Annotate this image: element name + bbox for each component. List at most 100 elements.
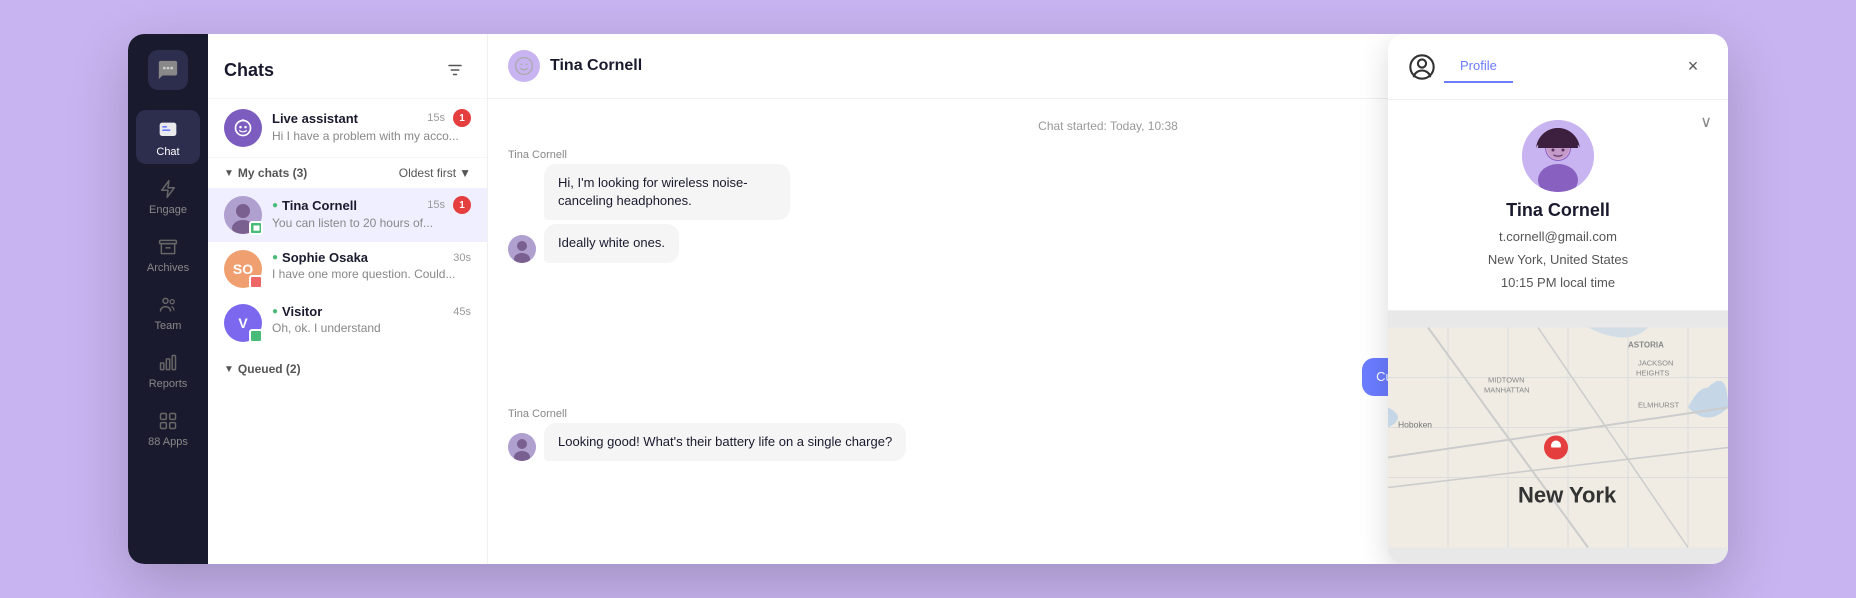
visitor-time: 45s [453,306,471,318]
svg-text:MANHATTAN: MANHATTAN [1484,386,1530,395]
live-assistant-item[interactable]: Live assistant 15s 1 Hi I have a problem… [208,99,487,158]
tina-time: 15s [427,199,445,211]
user-location: New York, United States [1488,252,1628,267]
svg-text:JACKSON: JACKSON [1638,359,1673,368]
bot-icon [233,118,253,138]
my-chats-label: ▼ My chats (3) [224,166,307,180]
sidebar-item-archives[interactable]: Archives [136,226,200,280]
tina-preview: You can listen to 20 hours of... [272,216,471,230]
user-panel-tabs: Profile [1444,50,1513,83]
sort-chevron-icon: ▼ [459,166,471,180]
sophie-name: Sophie Osaka [282,250,368,265]
chevron-down-icon: ▼ [224,168,234,179]
sophie-chat-info: ● Sophie Osaka 30s I have one more quest… [272,250,471,281]
apps-icon [157,410,179,432]
tab-profile[interactable]: Profile [1444,50,1513,83]
live-assistant-preview: Hi I have a problem with my acco... [272,129,471,143]
filter-icon [446,61,464,79]
user-avatar-svg [1522,120,1594,192]
tina-small-avatar-svg [508,235,536,263]
message-6: Looking good! What's their battery life … [544,423,906,461]
sort-label: Oldest first [399,166,456,180]
sidebar-title: Chats [224,60,274,81]
apps-nav-label: 88 Apps [148,436,188,448]
tina-badge: 1 [453,196,471,214]
visitor-chat-info: ● Visitor 45s Oh, ok. I understand [272,304,471,335]
message-2: Ideally white ones. [544,224,679,262]
tina-chat-info: ● Tina Cornell 15s 1 You can listen to 2… [272,196,471,230]
nav-logo [148,50,188,90]
map-svg: ASTORIA JACKSON HEIGHTS MIDTOWN MANHATTA… [1388,311,1728,564]
sidebar-item-chat[interactable]: Chat [136,110,200,164]
queued-section-header: ▼ Queued (2) [208,354,487,384]
left-nav: Chat Engage Archives [128,34,208,564]
sort-button[interactable]: Oldest first ▼ [399,166,471,180]
svg-text:ASTORIA: ASTORIA [1628,341,1664,350]
tina-small-avatar-svg-2 [508,433,536,461]
svg-text:ELMHURST: ELMHURST [1638,401,1680,410]
sidebar-header: Chats [208,34,487,99]
chat-nav-label: Chat [156,146,179,158]
queued-label: ▼ Queued (2) [224,362,301,376]
sidebar-item-team[interactable]: Team [136,284,200,338]
live-assistant-info: Live assistant 15s 1 Hi I have a problem… [272,109,471,143]
user-email: t.cornell@gmail.com [1499,229,1617,244]
svg-text:New York: New York [1518,483,1617,508]
sophie-platform-badge [249,275,263,289]
svg-text:HEIGHTS: HEIGHTS [1636,369,1669,378]
live-assistant-badge: 1 [453,109,471,127]
visitor-platform-badge [249,329,263,343]
svg-text:MIDTOWN: MIDTOWN [1488,376,1525,385]
emoji-icon [514,56,534,76]
chevron-down-icon: ∨ [1700,114,1712,131]
chat-platform-icon [252,224,261,233]
visitor-preview: Oh, ok. I understand [272,321,471,335]
user-local-time: 10:15 PM local time [1501,275,1615,290]
visitor-name: Visitor [282,304,322,319]
app-container: Chat Engage Archives [128,34,1728,564]
chat-item-sophie[interactable]: SO ● Sophie Osaka 30s I have one more qu… [208,242,487,296]
tina-platform-badge [249,221,263,235]
sophie-time: 30s [453,252,471,264]
message-1: Hi, I'm looking for wireless noise-cance… [544,164,790,220]
user-panel-top: Profile × [1388,34,1728,100]
chevron-right-icon: ▼ [224,364,234,375]
map-section: ASTORIA JACKSON HEIGHTS MIDTOWN MANHATTA… [1388,311,1728,564]
sidebar-item-apps[interactable]: 88 Apps [136,400,200,454]
live-assistant-name: Live assistant [272,111,358,126]
my-chats-section-header: ▼ My chats (3) Oldest first ▼ [208,158,487,188]
sidebar-item-reports[interactable]: Reports [136,342,200,396]
profile-icon [1408,53,1436,81]
team-icon [157,294,179,316]
chat-item-visitor[interactable]: V ● Visitor 45s Oh, ok. I understand [208,296,487,350]
tina-name: Tina Cornell [282,198,357,213]
user-panel: Profile × ∨ [1388,34,1728,564]
sophie-preview: I have one more question. Could... [272,267,471,281]
tina-avatar-wrapper [224,196,262,234]
filter-button[interactable] [439,54,471,86]
close-panel-button[interactable]: × [1678,52,1708,82]
visitor-avatar-wrapper: V [224,304,262,342]
user-avatar-large [1522,120,1594,192]
chat-header-name: Tina Cornell [550,57,642,75]
archives-icon [157,236,179,258]
live-assistant-avatar [224,109,262,147]
chat-icon [157,120,179,142]
reports-nav-label: Reports [149,378,188,390]
engage-nav-label: Engage [149,204,187,216]
svg-text:Hoboken: Hoboken [1398,420,1432,430]
chats-sidebar: Chats [208,34,488,564]
chat-header-avatar [508,50,540,82]
tina-small-avatar-2 [508,433,536,461]
chat-item-tina[interactable]: ● Tina Cornell 15s 1 You can listen to 2… [208,188,487,242]
collapse-button[interactable]: ∨ [1700,112,1712,132]
engage-icon [157,178,179,200]
sidebar-item-engage[interactable]: Engage [136,168,200,222]
reports-icon [157,352,179,374]
archives-nav-label: Archives [147,262,189,274]
team-nav-label: Team [155,320,182,332]
user-info-section: ∨ Tina Cor [1388,100,1728,311]
tina-small-avatar [508,235,536,263]
sophie-avatar-wrapper: SO [224,250,262,288]
live-assistant-time: 15s [427,112,445,124]
